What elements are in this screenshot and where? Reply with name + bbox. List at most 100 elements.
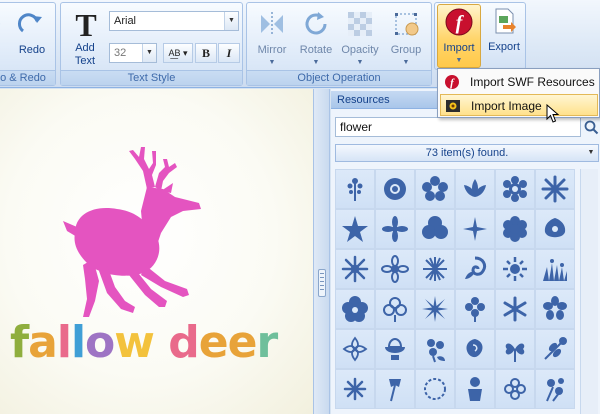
redo-button[interactable]: Redo (9, 7, 55, 71)
resource-item[interactable] (375, 289, 415, 329)
resource-item[interactable] (455, 249, 495, 289)
lotus-icon (464, 179, 486, 197)
resource-item[interactable] (535, 209, 575, 249)
resource-item[interactable] (415, 289, 455, 329)
resource-item[interactable] (375, 169, 415, 209)
resource-item[interactable] (455, 329, 495, 369)
resource-item[interactable] (375, 329, 415, 369)
font-family-value: Arial (114, 15, 137, 27)
resource-item[interactable] (415, 329, 455, 369)
flower-bowl-icon (385, 337, 405, 360)
resource-item[interactable] (455, 289, 495, 329)
undo-button[interactable]: o (0, 7, 9, 71)
bold-label: B (201, 46, 210, 60)
design-canvas[interactable]: fallow deer (0, 89, 314, 414)
resource-item[interactable] (495, 329, 535, 369)
add-text-button[interactable]: T Add Text (63, 7, 107, 71)
italic-button[interactable]: I (218, 43, 240, 63)
resource-item[interactable] (335, 369, 375, 409)
opacity-button[interactable]: Opacity ▼ (337, 7, 383, 71)
resource-item[interactable] (495, 289, 535, 329)
flower-bud-icon (465, 297, 485, 322)
image-icon (446, 100, 460, 112)
add-text-label-line2: Text (74, 55, 96, 67)
logo-letter: f (10, 317, 29, 368)
flower-cluster-icon (427, 339, 445, 363)
resource-item[interactable] (415, 209, 455, 249)
flower-sprig-icon (544, 337, 567, 360)
flower-pot-icon (468, 377, 482, 401)
resource-item[interactable] (495, 249, 535, 289)
resource-item[interactable] (375, 209, 415, 249)
flower-line-icon (342, 336, 368, 362)
flower-star-icon (541, 175, 569, 203)
daisy-icon (381, 255, 409, 283)
resource-item[interactable] (375, 369, 415, 409)
chevron-down-icon: ▼ (312, 59, 320, 66)
group-button[interactable]: Group ▼ (383, 7, 429, 71)
resource-item[interactable] (455, 369, 495, 409)
resource-item[interactable] (335, 329, 375, 369)
resource-item[interactable] (495, 209, 535, 249)
flower-pointed-icon (342, 216, 368, 242)
resource-item[interactable] (415, 249, 455, 289)
panel-splitter[interactable] (314, 89, 330, 414)
import-button[interactable]: f Import ▼ (437, 4, 481, 68)
splitter-grip-icon[interactable] (318, 269, 326, 297)
resource-item[interactable] (335, 249, 375, 289)
flower-branch-icon (347, 178, 363, 201)
resource-item[interactable] (535, 369, 575, 409)
logo-letter: e (198, 317, 229, 368)
results-count-dropdown[interactable]: 73 item(s) found. ▼ (335, 144, 599, 162)
resource-item[interactable] (535, 329, 575, 369)
resource-item[interactable] (335, 169, 375, 209)
flower-wreath-icon (424, 378, 446, 400)
resource-item[interactable] (335, 289, 375, 329)
flower-spiky-icon (422, 296, 448, 322)
import-swf-resources-item[interactable]: f Import SWF Resources (440, 71, 598, 93)
resource-item[interactable] (415, 169, 455, 209)
flower-asterisk-icon (503, 296, 527, 322)
fallow-deer-text[interactable]: fallow deer (10, 317, 278, 368)
resource-item[interactable] (495, 369, 535, 409)
flower-frame-icon (504, 378, 526, 400)
chevron-down-icon: ▼ (142, 44, 156, 62)
export-icon (495, 8, 516, 34)
font-family-select[interactable]: Arial ▼ (109, 11, 239, 31)
mirror-button[interactable]: Mirror ▼ (249, 7, 295, 71)
font-size-value: 32 (114, 47, 127, 59)
resource-grid-scrollbar[interactable] (580, 169, 598, 414)
rotate-icon (305, 12, 327, 35)
undo-redo-group-label: o & Redo (0, 70, 55, 85)
resource-item[interactable] (455, 209, 495, 249)
resource-item[interactable] (535, 249, 575, 289)
flower-rosebud-icon (466, 339, 483, 358)
flash-icon: f (445, 8, 473, 36)
chevron-down-icon: ▼ (402, 59, 410, 66)
group-icon (395, 13, 419, 36)
flower-heart-petal-icon (505, 343, 525, 362)
flower-sun-icon (503, 257, 527, 281)
rotate-button[interactable]: Rotate ▼ (293, 7, 339, 71)
font-size-select[interactable]: 32 ▼ (109, 43, 157, 63)
export-button[interactable]: Export (481, 4, 527, 68)
resource-item[interactable] (335, 209, 375, 249)
resource-item[interactable] (375, 249, 415, 289)
deer-silhouette-image[interactable] (55, 141, 225, 321)
text-style-group-label: Text Style (61, 70, 242, 85)
resource-item[interactable] (495, 169, 535, 209)
chevron-down-icon: ▼ (224, 12, 238, 30)
import-image-item[interactable]: Import Image (440, 94, 598, 116)
character-spacing-button[interactable]: A͟B ▾ (163, 43, 193, 63)
import-export-group: f Import ▼ Export (434, 2, 526, 70)
bold-button[interactable]: B (195, 43, 217, 63)
resource-item[interactable] (535, 169, 575, 209)
search-icon[interactable] (582, 117, 600, 137)
resource-item[interactable] (455, 169, 495, 209)
flower-ring-icon (503, 176, 527, 202)
resource-item[interactable] (415, 369, 455, 409)
resource-item[interactable] (535, 289, 575, 329)
flash-icon: f (445, 75, 459, 89)
import-swf-label: Import SWF Resources (470, 75, 595, 89)
resource-search-input[interactable]: flower (335, 117, 581, 137)
